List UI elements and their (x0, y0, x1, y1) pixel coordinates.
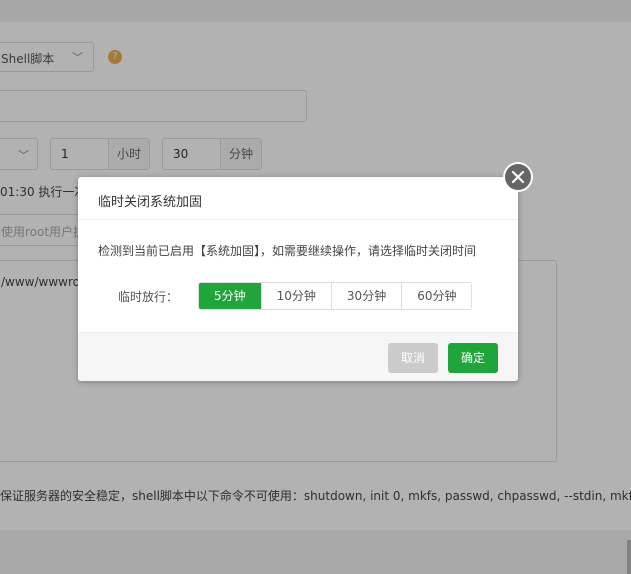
dialog-footer: 取消 确定 (78, 332, 518, 381)
cancel-button[interactable]: 取消 (388, 343, 439, 373)
release-time-options: 5分钟 10分钟 30分钟 60分钟 (198, 282, 473, 310)
dialog-title: 临时关闭系统加固 (98, 195, 203, 210)
dialog-header: 临时关闭系统加固 (78, 177, 518, 220)
option-5-minutes[interactable]: 5分钟 (199, 283, 261, 309)
release-time-label: 临时放行： (118, 290, 179, 304)
option-30-minutes[interactable]: 30分钟 (330, 283, 402, 309)
confirm-button[interactable]: 确定 (448, 343, 499, 373)
option-60-minutes[interactable]: 60分钟 (401, 283, 472, 309)
option-10-minutes[interactable]: 10分钟 (260, 283, 331, 309)
temp-disable-hardening-dialog: 临时关闭系统加固 检测到当前已启用【系统加固】，如需要继续操作，请选择临时关闭时… (78, 177, 518, 381)
close-x-glyph (511, 170, 525, 184)
dialog-close-button[interactable] (503, 162, 533, 192)
dialog-message: 检测到当前已启用【系统加固】，如需要继续操作，请选择临时关闭时间 (98, 244, 477, 258)
